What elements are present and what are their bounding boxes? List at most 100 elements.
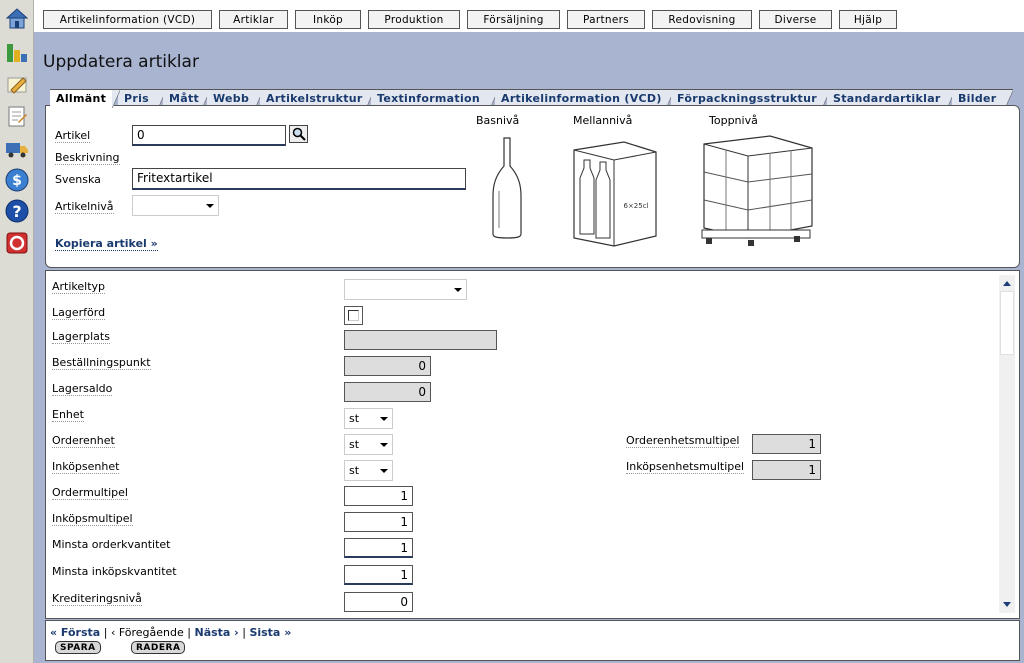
- scroll-up-icon[interactable]: [1003, 281, 1011, 286]
- pencil-icon[interactable]: [5, 72, 29, 96]
- detail-panel: Artikeltyp Lagerförd Lagerplats Beställn…: [45, 270, 1020, 619]
- svg-text:$: $: [12, 173, 22, 189]
- menu-artikelinformation-vcd[interactable]: Artikelinformation (VCD): [43, 10, 212, 29]
- pager-nav: « Första | ‹ Föregående | Nästa › | Sist…: [50, 626, 291, 639]
- menu-artiklar[interactable]: Artiklar: [219, 10, 288, 29]
- page-title: Uppdatera artiklar: [43, 52, 199, 72]
- beskrivning-label: Beskrivning: [55, 151, 120, 165]
- lagerford-checkbox[interactable]: [348, 310, 359, 321]
- orderenhet-label: Orderenhet: [52, 434, 115, 448]
- artikel-label: Artikel: [55, 129, 91, 143]
- artikel-input[interactable]: 0: [132, 125, 286, 146]
- next-link[interactable]: Nästa ›: [194, 626, 238, 639]
- inkopsenhet-select[interactable]: st: [344, 460, 393, 481]
- inkopsenhet-value: st: [349, 464, 360, 477]
- lagerplats-field: [344, 330, 497, 350]
- tab-pris[interactable]: Pris: [118, 89, 166, 108]
- box-pack-icon: 6×25cl: [573, 141, 657, 247]
- tab-textinformation[interactable]: Textinformation: [371, 89, 498, 108]
- chevron-down-icon: [454, 288, 462, 292]
- svg-text:6×25cl: 6×25cl: [623, 202, 648, 210]
- basniva-label: Basnivå: [476, 114, 520, 127]
- menu-inkop[interactable]: Inköp: [295, 10, 361, 29]
- artikelniva-select[interactable]: [132, 195, 219, 216]
- pager-separator: |: [242, 626, 246, 639]
- tab-bilder[interactable]: Bilder: [952, 89, 1013, 108]
- inkopsenhetsmultipel-label: Inköpsenhetsmultipel: [626, 460, 745, 474]
- search-icon: [292, 127, 306, 141]
- scrollbar-thumb[interactable]: [1000, 291, 1014, 355]
- svenska-input[interactable]: Fritextartikel: [132, 168, 466, 190]
- menu-diverse[interactable]: Diverse: [759, 10, 832, 29]
- orderenhetsmultipel-label: Orderenhetsmultipel: [626, 434, 740, 448]
- last-link[interactable]: Sista »: [249, 626, 291, 639]
- tab-artikelinformation-vcd[interactable]: Artikelinformation (VCD): [495, 89, 674, 108]
- minsta-orderkvantitet-label: Minsta orderkvantitet: [52, 538, 171, 551]
- orderenhet-value: st: [349, 438, 360, 451]
- minsta-inkopskvantitet-input[interactable]: 1: [344, 565, 413, 585]
- notepad-icon[interactable]: [5, 104, 29, 128]
- left-icon-bar: $ ?: [0, 0, 34, 663]
- tab-bar: Allmänt Pris Mått Webb Artikelstruktur T…: [47, 88, 1022, 108]
- chevron-down-icon: [380, 469, 388, 473]
- minsta-orderkvantitet-input[interactable]: 1: [344, 538, 413, 558]
- mellanniva-label: Mellannivå: [573, 114, 633, 127]
- inkopsmultipel-input[interactable]: 1: [344, 512, 413, 532]
- exit-icon[interactable]: [5, 231, 29, 255]
- chevron-down-icon: [380, 443, 388, 447]
- artikeltyp-select[interactable]: [344, 279, 467, 300]
- svenska-label: Svenska: [55, 173, 101, 186]
- pager-bar: « Första | ‹ Föregående | Nästa › | Sist…: [45, 620, 1020, 661]
- pager-separator: |: [187, 626, 191, 639]
- bottle-icon: [492, 137, 522, 239]
- artikeltyp-label: Artikeltyp: [52, 280, 106, 294]
- truck-icon[interactable]: [5, 137, 29, 161]
- inkopsenhet-label: Inköpsenhet: [52, 460, 120, 474]
- chevron-down-icon: [380, 417, 388, 421]
- menu-redovisning[interactable]: Redovisning: [652, 10, 752, 29]
- enhet-label: Enhet: [52, 408, 84, 422]
- pager-separator: |: [103, 626, 108, 639]
- inkopsmultipel-label: Inköpsmultipel: [52, 512, 133, 526]
- ordermultipel-input[interactable]: 1: [344, 486, 413, 506]
- krediteringsniva-input[interactable]: 0: [344, 592, 413, 612]
- first-link[interactable]: « Första: [50, 626, 100, 639]
- lagerford-label: Lagerförd: [52, 306, 106, 320]
- tab-artikelstruktur[interactable]: Artikelstruktur: [260, 89, 374, 108]
- help-icon[interactable]: ?: [5, 199, 29, 223]
- tab-standardartiklar[interactable]: Standardartiklar: [827, 89, 955, 108]
- home-icon[interactable]: [5, 6, 29, 30]
- ordermultipel-label: Ordermultipel: [52, 486, 128, 500]
- menu-produktion[interactable]: Produktion: [368, 10, 460, 29]
- artikelniva-label: Artikelnivå: [55, 200, 114, 214]
- inkopsenhetsmultipel-field: 1: [752, 460, 821, 480]
- tab-matt[interactable]: Mått: [163, 89, 210, 108]
- menu-hjalp[interactable]: Hjälp: [839, 10, 897, 29]
- svg-text:?: ?: [12, 202, 21, 221]
- tab-webb[interactable]: Webb: [207, 89, 263, 108]
- menu-partners[interactable]: Partners: [567, 10, 645, 29]
- lagerford-checkbox-frame: [344, 306, 363, 325]
- tab-forpackningsstruktur[interactable]: Förpackningsstruktur: [671, 89, 830, 108]
- vertical-scrollbar[interactable]: [999, 275, 1015, 613]
- search-button[interactable]: [289, 125, 308, 143]
- scroll-down-icon[interactable]: [1003, 602, 1011, 607]
- krediteringsniva-label: Krediteringsnivå: [52, 592, 142, 606]
- general-panel: Artikel 0 Beskrivning Svenska Fritextart…: [45, 105, 1020, 268]
- enhet-select[interactable]: st: [344, 408, 393, 429]
- dollar-icon[interactable]: $: [5, 168, 29, 192]
- toppniva-label: Toppnivå: [709, 114, 758, 127]
- delete-button[interactable]: RADERA: [131, 641, 186, 654]
- previous-link[interactable]: ‹ Föregående: [111, 626, 184, 639]
- copy-article-link[interactable]: Kopiera artikel »: [55, 237, 158, 251]
- save-button[interactable]: SPARA: [55, 641, 101, 654]
- menu-forsaljning[interactable]: Försäljning: [467, 10, 560, 29]
- lagersaldo-field: 0: [344, 382, 431, 402]
- pallet-icon: [701, 135, 813, 246]
- chart-icon[interactable]: [5, 40, 29, 64]
- tab-allmant[interactable]: Allmänt: [50, 89, 120, 108]
- chevron-down-icon: [206, 204, 214, 208]
- lagerplats-label: Lagerplats: [52, 330, 110, 344]
- orderenhet-select[interactable]: st: [344, 434, 393, 455]
- orderenhetsmultipel-field: 1: [752, 434, 821, 454]
